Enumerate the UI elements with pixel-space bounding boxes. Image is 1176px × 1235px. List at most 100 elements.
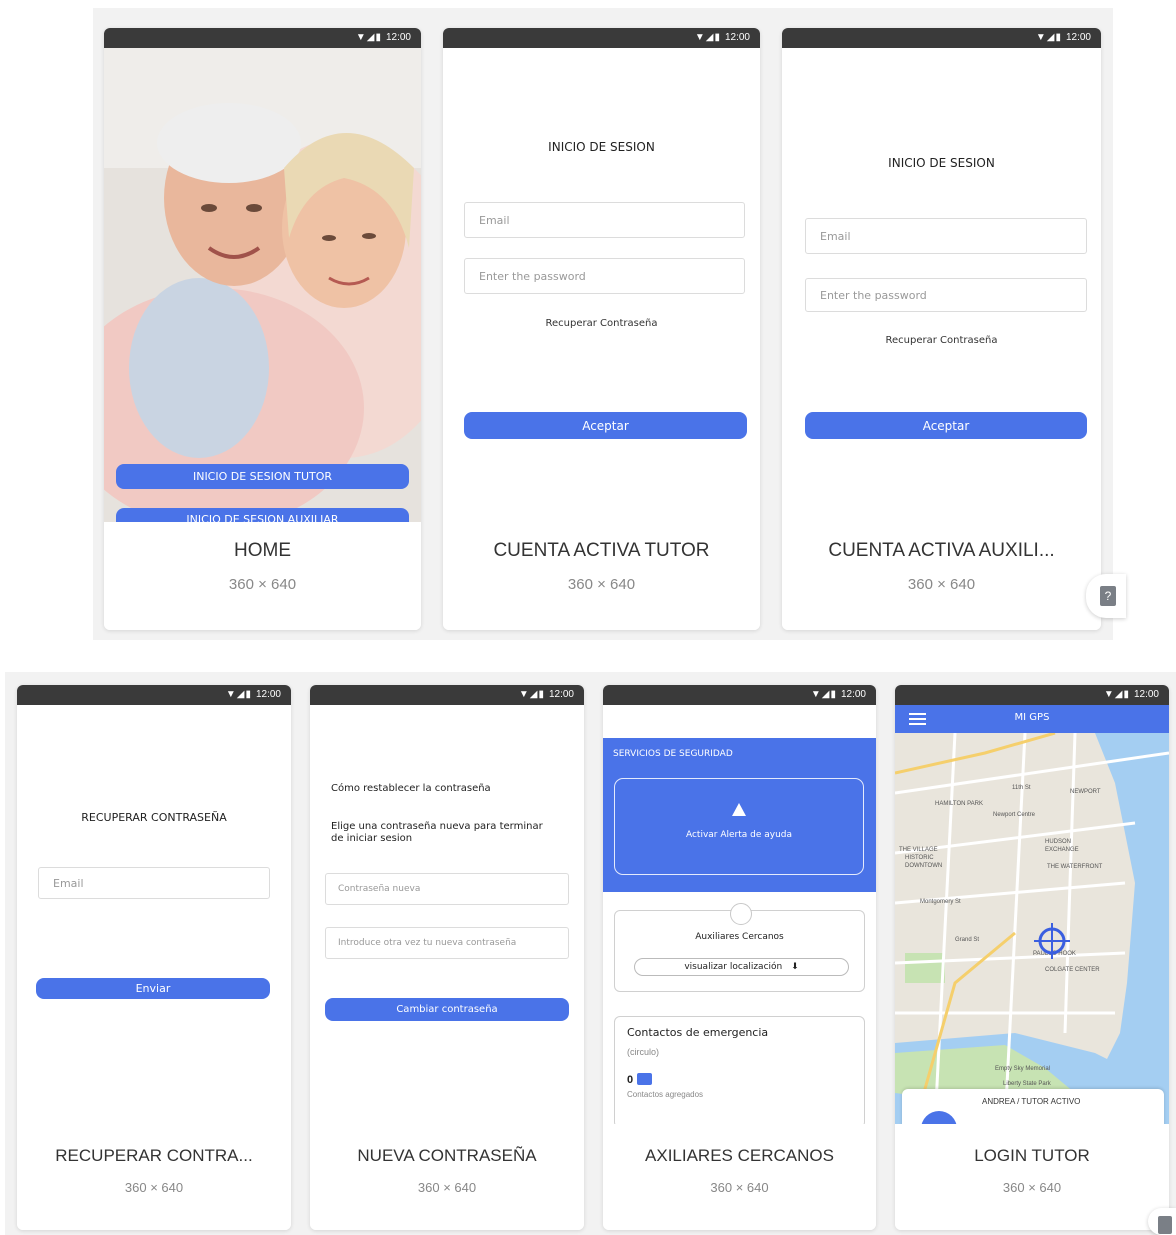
password-field[interactable]: Enter the password: [805, 278, 1087, 312]
email-field[interactable]: Email: [805, 218, 1087, 254]
card-size: 360 × 640: [228, 576, 297, 593]
recover-screen: RECUPERAR CONTRASEÑA Email Enviar: [17, 705, 291, 1124]
screen-card-home[interactable]: ▼◢▮ 12:00 INICIO DE SESION TUTOR INICIO D…: [104, 28, 421, 630]
screen-card-nearby[interactable]: ▼◢▮ 12:00 SERVICIOS DE SEGURIDAD Activar …: [603, 685, 876, 1230]
card-caption: AXILIARES CERCANOS 360 × 640: [603, 1126, 876, 1230]
login-heading: INICIO DE SESION: [888, 156, 995, 170]
svg-text:THE WATERFRONT: THE WATERFRONT: [1047, 864, 1103, 870]
card-caption: RECUPERAR CONTRA... 360 × 640: [17, 1126, 291, 1230]
newpass-screen: Cómo restablecer la contraseña Elige una…: [310, 705, 584, 1124]
recover-password-link[interactable]: Recuperar Contraseña: [782, 335, 1101, 346]
screen-card-auxiliar[interactable]: ▼◢▮ 12:00 INICIO DE SESION Email Enter th…: [782, 28, 1101, 630]
map-view[interactable]: 11th St NEWPORT HAMILTON PARK Newport Ce…: [895, 733, 1169, 1124]
accept-button[interactable]: Aceptar: [805, 412, 1087, 439]
screen-card-tutor[interactable]: ▼◢▮ 12:00 INICIO DE SESION Email Enter th…: [443, 28, 760, 630]
status-bar: ▼◢▮ 12:00: [17, 685, 291, 705]
svg-text:COLGATE CENTER: COLGATE CENTER: [1045, 967, 1100, 973]
repeat-password-field[interactable]: Introduce otra vez tu nueva contraseña: [325, 927, 569, 959]
help-book-icon: ?: [1100, 586, 1116, 606]
svg-text:DOWNTOWN: DOWNTOWN: [905, 863, 942, 869]
card-title: AXILIARES CERCANOS: [645, 1146, 834, 1165]
login-heading: INICIO DE SESION: [548, 140, 655, 154]
card-title: NUEVA CONTRASEÑA: [357, 1146, 537, 1165]
contacts-subtitle: (circulo): [627, 1047, 660, 1057]
card-title: HOME: [234, 540, 291, 561]
elderly-couple-photo: [104, 48, 421, 522]
contacts-icon[interactable]: [637, 1073, 652, 1085]
recover-password-link[interactable]: Recuperar Contraseña: [443, 318, 760, 329]
email-field[interactable]: Email: [464, 202, 745, 238]
status-bar: ▼◢▮ 12:00: [310, 685, 584, 705]
location-pin-icon: ⬇: [791, 962, 799, 972]
new-password-field[interactable]: Contraseña nueva: [325, 873, 569, 905]
help-button-bottom[interactable]: [1148, 1208, 1176, 1235]
view-location-label: visualizar localización: [684, 962, 783, 972]
card-caption: CUENTA ACTIVA TUTOR 360 × 640: [443, 522, 760, 630]
nearby-screen: SERVICIOS DE SEGURIDAD Activar Alerta de…: [603, 705, 876, 1124]
toggle-knob[interactable]: [730, 903, 752, 925]
svg-text:Montgomery St: Montgomery St: [920, 899, 961, 905]
warning-icon: [732, 803, 746, 816]
svg-text:11th St: 11th St: [1012, 785, 1031, 791]
status-bar: ▼◢▮ 12:00: [782, 28, 1101, 48]
card-title: RECUPERAR CONTRA...: [55, 1146, 253, 1165]
emergency-contacts-card: Contactos de emergencia (circulo) 0 Cont…: [614, 1016, 865, 1124]
nearby-title: Auxiliares Cercanos: [695, 932, 784, 942]
screen-card-recover[interactable]: ▼◢▮ 12:00 RECUPERAR CONTRASEÑA Email Envi…: [17, 685, 291, 1230]
app-bar: MI GPS: [895, 705, 1169, 733]
security-section: SERVICIOS DE SEGURIDAD Activar Alerta de…: [603, 738, 876, 892]
screen-card-newpass[interactable]: ▼◢▮ 12:00 Cómo restablecer la contraseña …: [310, 685, 584, 1230]
accept-button[interactable]: Aceptar: [464, 412, 747, 439]
alert-label: Activar Alerta de ayuda: [685, 830, 793, 840]
nearby-auxiliaries-card: Auxiliares Cercanos visualizar localizac…: [614, 903, 865, 992]
contacts-added-label: Contactos agregados: [627, 1090, 704, 1099]
svg-text:EXCHANGE: EXCHANGE: [1045, 847, 1079, 853]
card-title: CUENTA ACTIVA TUTOR: [493, 540, 710, 561]
newpass-subheading: Elige una contraseña nueva para terminar…: [331, 821, 543, 844]
card-caption: CUENTA ACTIVA AUXILI... 360 × 640: [782, 522, 1101, 630]
send-button[interactable]: Enviar: [36, 978, 270, 999]
card-size: 360 × 640: [1002, 1180, 1062, 1195]
svg-text:Grand St: Grand St: [955, 937, 979, 943]
help-book-icon: [1158, 1216, 1172, 1234]
svg-text:THE VILLAGE: THE VILLAGE: [899, 847, 938, 853]
auxiliar-login-screen: INICIO DE SESION Email Enter the passwor…: [782, 48, 1101, 522]
password-field[interactable]: Enter the password: [464, 258, 745, 294]
home-screen: INICIO DE SESION TUTOR INICIO DE SESION …: [104, 48, 421, 522]
view-location-button[interactable]: visualizar localización ⬇: [634, 958, 849, 976]
bottom-sheet-label: ANDREA / TUTOR ACTIVO: [982, 1097, 1081, 1106]
card-caption: NUEVA CONTRASEÑA 360 × 640: [310, 1126, 584, 1230]
screen-card-login[interactable]: ▼◢▮12:00 MI GPS 11th St NEWPORT HAMILTO: [895, 685, 1169, 1230]
svg-text:HISTORIC: HISTORIC: [905, 855, 934, 861]
help-button[interactable]: ?: [1086, 574, 1126, 618]
email-field[interactable]: Email: [38, 867, 270, 899]
alert-button[interactable]: Activar Alerta de ayuda: [614, 778, 864, 875]
svg-text:Liberty State Park: Liberty State Park: [1003, 1081, 1052, 1087]
card-title: LOGIN TUTOR: [974, 1146, 1090, 1165]
home-tutor-login-button[interactable]: INICIO DE SESION TUTOR: [116, 464, 409, 489]
svg-text:HAMILTON PARK: HAMILTON PARK: [935, 801, 983, 807]
card-caption: HOME 360 × 640: [104, 522, 421, 630]
card-size: 360 × 640: [417, 1180, 477, 1195]
tutor-login-screen: INICIO DE SESION Email Enter the passwor…: [443, 48, 760, 522]
newpass-heading: Cómo restablecer la contraseña: [331, 783, 491, 794]
card-size: 360 × 640: [567, 576, 636, 593]
app-bar-title: MI GPS: [1014, 712, 1050, 723]
map-screen: MI GPS 11th St NEWPORT HAMILTON PARK New…: [895, 705, 1169, 1124]
contacts-count: 0: [627, 1074, 634, 1086]
home-auxiliar-login-button[interactable]: INICIO DE SESION AUXILIAR: [116, 508, 409, 522]
status-bar: ▼◢▮ 12:00: [895, 685, 1169, 705]
bottom-sheet[interactable]: ANDREA / TUTOR ACTIVO: [902, 1089, 1164, 1124]
card-size: 360 × 640: [710, 1180, 769, 1195]
recover-heading: RECUPERAR CONTRASEÑA: [81, 811, 227, 824]
status-bar: ▼◢▮ 12:00: [104, 28, 421, 48]
svg-text:HUDSON: HUDSON: [1045, 839, 1071, 845]
svg-text:NEWPORT: NEWPORT: [1070, 789, 1101, 795]
avatar: [921, 1111, 957, 1124]
svg-text:Empty Sky Memorial: Empty Sky Memorial: [995, 1066, 1050, 1072]
card-size: 360 × 640: [124, 1180, 184, 1195]
svg-text:Newport Centre: Newport Centre: [993, 812, 1036, 818]
contacts-title: Contactos de emergencia: [627, 1026, 769, 1039]
card-title: CUENTA ACTIVA AUXILI...: [828, 540, 1055, 561]
change-password-button[interactable]: Cambiar contraseña: [325, 998, 569, 1021]
